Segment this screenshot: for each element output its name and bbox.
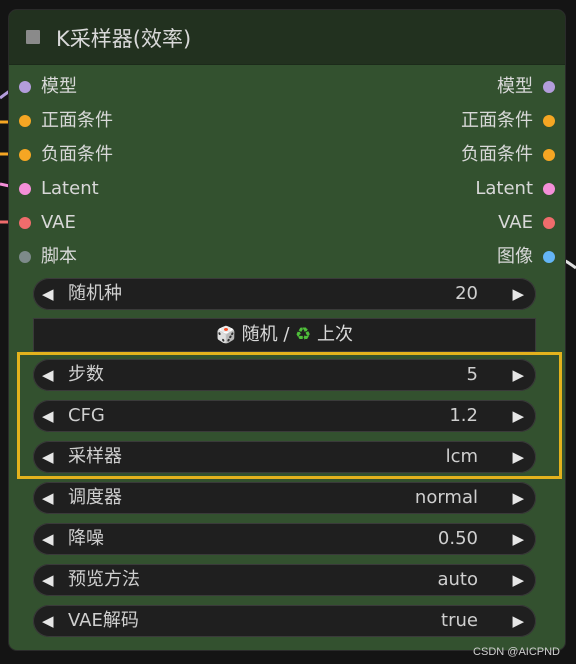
ksampler-efficient-node[interactable]: K采样器(效率) 模型 正面条件 负面条件 Latent VAE 脚本 模型 正… bbox=[9, 10, 565, 650]
decrement-arrow-icon[interactable]: ◀ bbox=[42, 482, 54, 514]
highlight-box bbox=[17, 352, 562, 479]
watermark: CSDN @AICPND bbox=[473, 646, 560, 658]
widget-label: 降噪 bbox=[68, 528, 104, 549]
slot-dot-icon bbox=[19, 217, 31, 229]
slot-dot-icon bbox=[543, 217, 555, 229]
widget-value: 20 bbox=[455, 283, 478, 304]
increment-arrow-icon[interactable]: ▶ bbox=[512, 482, 524, 514]
widget-value: true bbox=[441, 610, 478, 631]
recycle-icon: ♻ bbox=[295, 324, 312, 345]
node-title: K采样器(效率) bbox=[56, 27, 192, 51]
slot-dot-icon bbox=[19, 183, 31, 195]
decrement-arrow-icon[interactable]: ◀ bbox=[42, 523, 54, 555]
decrement-arrow-icon[interactable]: ◀ bbox=[42, 564, 54, 596]
increment-arrow-icon[interactable]: ▶ bbox=[512, 523, 524, 555]
increment-arrow-icon[interactable]: ▶ bbox=[512, 605, 524, 637]
slot-dot-icon bbox=[543, 115, 555, 127]
output-slot-model[interactable]: 模型 bbox=[395, 74, 555, 100]
denoise-widget[interactable]: ◀ 降噪 0.50 ▶ bbox=[33, 523, 536, 555]
widget-label: 随机种 bbox=[68, 283, 122, 304]
widget-label: 调度器 bbox=[68, 487, 122, 508]
increment-arrow-icon[interactable]: ▶ bbox=[512, 278, 524, 310]
input-label: 模型 bbox=[41, 76, 77, 97]
output-label: 图像 bbox=[497, 246, 533, 267]
output-label: Latent bbox=[475, 178, 533, 199]
slot-dot-icon bbox=[543, 183, 555, 195]
slot-dot-icon bbox=[543, 251, 555, 263]
slot-dot-icon bbox=[19, 251, 31, 263]
slot-dot-icon bbox=[543, 149, 555, 161]
preview-method-widget[interactable]: ◀ 预览方法 auto ▶ bbox=[33, 564, 536, 596]
widget-value: 0.50 bbox=[437, 528, 478, 549]
output-label: VAE bbox=[498, 212, 533, 233]
dice-icon: 🎲 bbox=[215, 325, 236, 344]
slot-dot-icon bbox=[543, 81, 555, 93]
vae-decode-widget[interactable]: ◀ VAE解码 true ▶ bbox=[33, 605, 536, 637]
output-slot-positive[interactable]: 正面条件 bbox=[395, 108, 555, 134]
node-header[interactable]: K采样器(效率) bbox=[9, 10, 565, 65]
random-label: 随机 / bbox=[241, 324, 290, 345]
scheduler-widget[interactable]: ◀ 调度器 normal ▶ bbox=[33, 482, 536, 514]
widget-label: 预览方法 bbox=[68, 569, 140, 590]
widget-value: normal bbox=[414, 487, 478, 508]
slot-dot-icon bbox=[19, 81, 31, 93]
decrement-arrow-icon[interactable]: ◀ bbox=[42, 278, 54, 310]
output-label: 正面条件 bbox=[461, 110, 533, 131]
input-label: 负面条件 bbox=[41, 144, 113, 165]
widget-value: auto bbox=[437, 569, 478, 590]
seed-widget[interactable]: ◀ 随机种 20 ▶ bbox=[33, 278, 536, 310]
output-slot-vae[interactable]: VAE bbox=[395, 210, 555, 236]
last-label: 上次 bbox=[317, 324, 354, 345]
seed-random-last-button[interactable]: 🎲 随机 / ♻ 上次 bbox=[33, 318, 536, 352]
widget-label: VAE解码 bbox=[68, 610, 139, 631]
input-label: Latent bbox=[41, 178, 99, 199]
decrement-arrow-icon[interactable]: ◀ bbox=[42, 605, 54, 637]
input-label: VAE bbox=[41, 212, 76, 233]
input-label: 正面条件 bbox=[41, 110, 113, 131]
input-label: 脚本 bbox=[41, 246, 77, 267]
increment-arrow-icon[interactable]: ▶ bbox=[512, 564, 524, 596]
output-slot-image[interactable]: 图像 bbox=[395, 244, 555, 270]
slot-dot-icon bbox=[19, 149, 31, 161]
output-slot-latent[interactable]: Latent bbox=[395, 176, 555, 202]
output-label: 模型 bbox=[497, 76, 533, 97]
slot-dot-icon bbox=[19, 115, 31, 127]
output-slot-negative[interactable]: 负面条件 bbox=[395, 142, 555, 168]
collapse-icon[interactable] bbox=[26, 30, 40, 44]
output-label: 负面条件 bbox=[461, 144, 533, 165]
